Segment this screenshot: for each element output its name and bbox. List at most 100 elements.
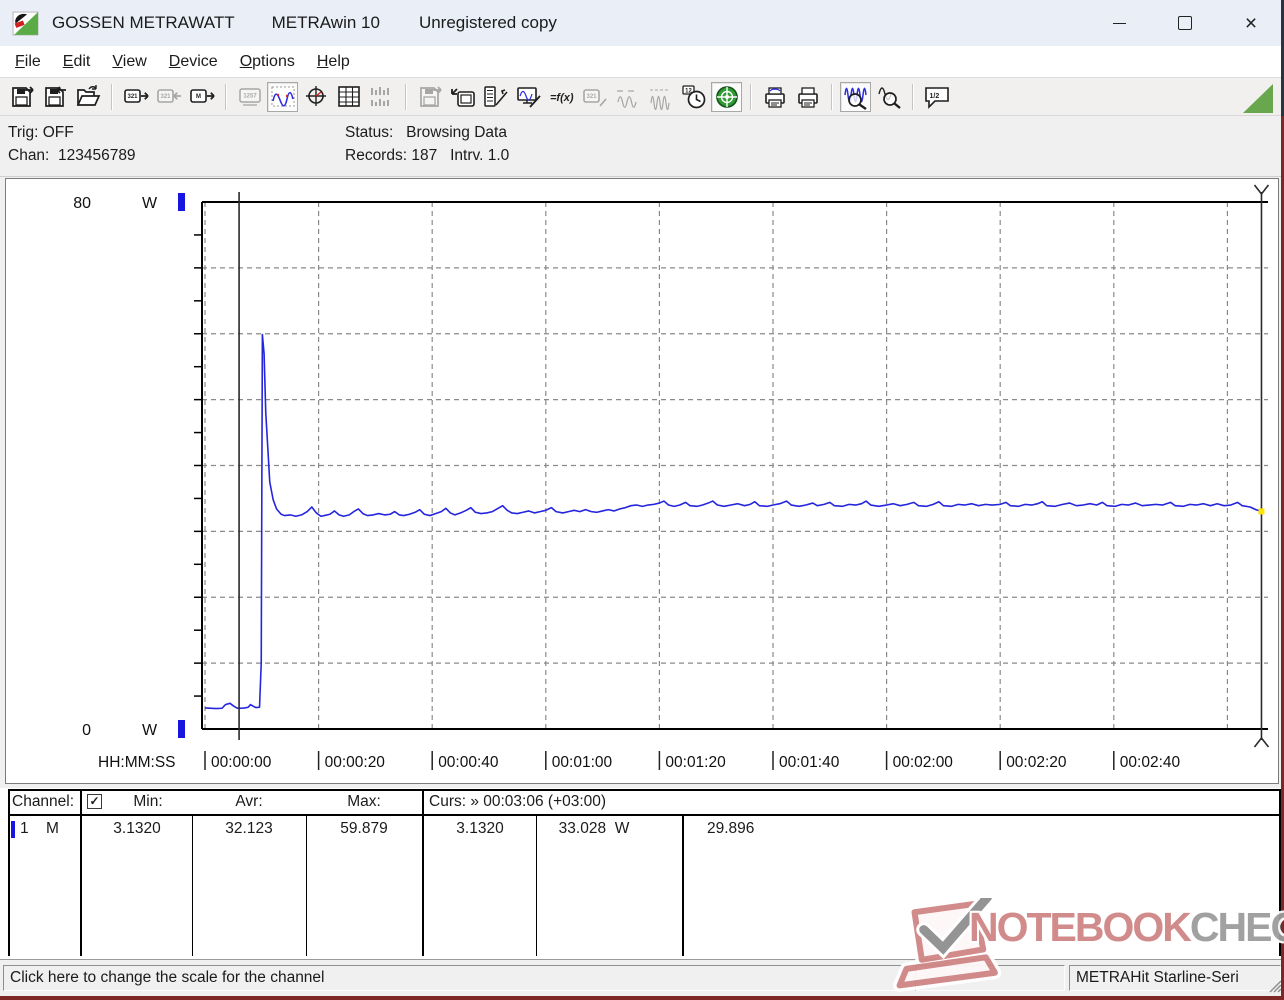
sampling-waveform-button [645, 82, 676, 112]
channel-id: 1 [20, 820, 29, 837]
trigger-status: Trig: OFF [8, 124, 74, 141]
toolbar-separator [111, 84, 112, 110]
chart-svg[interactable]: 80 W 0 W HH:MM:SS 00:00:00 00:00:20 00:00:40 00:… [6, 179, 1278, 783]
multimeter-display-icon: 1257 [237, 84, 263, 110]
zoom-mode-icon [876, 84, 902, 110]
col-header-min: Min: [133, 793, 163, 810]
formula-button[interactable]: =f(x) [546, 82, 577, 112]
info-panel: Trig: OFF Chan: 123456789 Status: Browsi… [0, 116, 1284, 177]
print-button[interactable] [792, 82, 823, 112]
export-data-button [414, 82, 445, 112]
status-cell-empty [915, 965, 1065, 991]
status-bar: Click here to change the scale for the c… [0, 962, 1284, 996]
svg-text:M: M [196, 94, 201, 100]
channel-table: Channel: ✓ Min: Avr: Max: Curs: » 00:03:… [0, 788, 1284, 960]
histogram-view-button [366, 82, 397, 112]
svg-text:00:01:40: 00:01:40 [779, 754, 840, 771]
sampling-waveform-icon [648, 84, 674, 110]
online-mode-target-icon [714, 84, 740, 110]
status-message[interactable]: Click here to change the scale for the c… [3, 965, 911, 991]
chart-view-button[interactable] [267, 82, 298, 112]
cell-cursor1-value: 3.1320 [456, 820, 504, 837]
save-file-export-button[interactable] [6, 82, 37, 112]
toolbar-separator [912, 84, 913, 110]
svg-text:00:00:00: 00:00:00 [211, 754, 272, 771]
svg-text:321: 321 [160, 94, 171, 100]
app-logo-icon [12, 10, 39, 37]
menu-device[interactable]: Device [158, 51, 229, 73]
send-to-device-button: 321 [153, 82, 184, 112]
menu-help[interactable]: Help [306, 51, 361, 73]
monitor-settings-button[interactable] [513, 82, 544, 112]
svg-text:80: 80 [73, 195, 91, 212]
channel-visible-checkbox[interactable]: ✓ [87, 794, 102, 809]
title-bar: GOSSEN METRAWATT METRAwin 10 Unregistere… [0, 0, 1284, 46]
send-to-device-icon: 321 [156, 84, 182, 110]
monitor-settings-icon [516, 84, 542, 110]
menu-options[interactable]: Options [229, 51, 306, 73]
zoom-time-axis-icon [843, 84, 869, 110]
svg-text:321: 321 [586, 94, 597, 100]
menu-edit[interactable]: Edit [52, 51, 102, 73]
toolbar-separator [831, 84, 832, 110]
toolbar-separator [405, 84, 406, 110]
save-file-import-button[interactable] [39, 82, 70, 112]
maximize-button[interactable] [1152, 0, 1218, 46]
svg-text:1257: 1257 [243, 94, 257, 100]
read-device-memory-button[interactable]: M [186, 82, 217, 112]
svg-text:00:00:40: 00:00:40 [438, 754, 499, 771]
menu-view[interactable]: View [101, 51, 157, 73]
device-settings-icon [483, 84, 509, 110]
channel-color-marker [11, 821, 15, 838]
chart-view-icon [270, 84, 296, 110]
time-clock-settings-button[interactable]: 12 [678, 82, 709, 112]
store-to-device-button[interactable] [447, 82, 478, 112]
read-from-device-button[interactable]: 321 [120, 82, 151, 112]
svg-text:00:02:20: 00:02:20 [1006, 754, 1067, 771]
cell-cursor2-unit: W [614, 820, 630, 837]
app-title-brand: GOSSEN METRAWATT [52, 13, 235, 32]
zoom-mode-button[interactable] [873, 82, 904, 112]
window-controls: × [1086, 0, 1284, 46]
cell-cursor-delta: 29.896 [707, 820, 755, 837]
device-readout-button: 321 [579, 82, 610, 112]
window-edge-bottom [0, 996, 1284, 1000]
print-preview-button[interactable] [759, 82, 790, 112]
col-header-channel: Channel: [12, 793, 75, 810]
formula-icon: =f(x) [549, 84, 575, 110]
menu-file[interactable]: File [4, 51, 52, 73]
device-settings-button[interactable] [480, 82, 511, 112]
cell-cursor2-value: 33.028 W [558, 820, 630, 837]
status-text: Status: Browsing Data [345, 124, 507, 141]
zoom-time-axis-button[interactable] [840, 82, 871, 112]
time-clock-settings-icon: 12 [681, 84, 707, 110]
svg-text:00:02:00: 00:02:00 [893, 754, 954, 771]
xy-chart-view-button[interactable] [300, 82, 331, 112]
toolbar-corner-triangle-icon [1243, 84, 1273, 113]
read-from-device-icon: 321 [123, 84, 149, 110]
svg-text:W: W [142, 722, 158, 739]
cell-avr: 32.123 [225, 820, 273, 837]
maximize-icon [1178, 16, 1192, 30]
channel-list: Chan: 123456789 [8, 147, 136, 164]
svg-text:00:00:20: 00:00:20 [325, 754, 386, 771]
open-file-icon [75, 84, 101, 110]
close-button[interactable]: × [1218, 0, 1284, 46]
annotation-notes-icon: 1/2 [924, 84, 950, 110]
svg-text:HH:MM:SS: HH:MM:SS [98, 754, 176, 771]
app-title-license: Unregistered copy [418, 13, 557, 32]
close-icon: × [1244, 11, 1258, 35]
open-file-button[interactable] [72, 82, 103, 112]
cell-min: 3.1320 [113, 820, 161, 837]
online-mode-target-button[interactable] [711, 82, 742, 112]
table-view-icon [336, 84, 362, 110]
svg-text:=f(x): =f(x) [550, 92, 574, 104]
resize-grip-icon[interactable] [1268, 979, 1282, 993]
app-title-product: METRAwin 10 [271, 13, 380, 32]
minimize-button[interactable] [1086, 0, 1152, 46]
toolbar-separator [750, 84, 751, 110]
svg-text:321: 321 [127, 94, 138, 100]
annotation-notes-button[interactable]: 1/2 [921, 82, 952, 112]
table-view-button[interactable] [333, 82, 364, 112]
analog-waveform-icon [615, 84, 641, 110]
